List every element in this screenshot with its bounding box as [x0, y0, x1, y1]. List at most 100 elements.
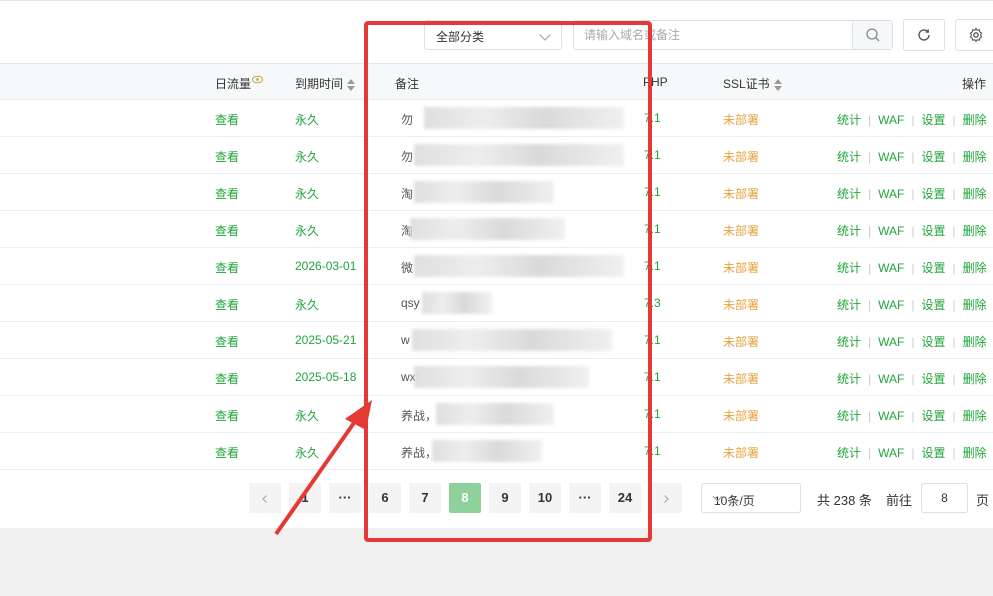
goto-page-input[interactable]: 8: [921, 483, 968, 513]
page-button[interactable]: 9: [489, 483, 521, 513]
expire-date[interactable]: 永久: [295, 444, 319, 461]
delete-link[interactable]: 删除: [963, 446, 987, 460]
sort-icon[interactable]: [347, 78, 356, 91]
settings-link[interactable]: 设置: [921, 113, 945, 127]
column-expire[interactable]: 到期时间: [295, 75, 356, 92]
remark-text[interactable]: 勿: [401, 148, 413, 165]
delete-link[interactable]: 删除: [963, 113, 987, 127]
search-button[interactable]: [852, 21, 892, 49]
ssl-status[interactable]: 未部署: [723, 407, 759, 424]
traffic-view-link[interactable]: 查看: [215, 370, 239, 387]
expire-date[interactable]: 2025-05-21: [295, 333, 356, 347]
page-button[interactable]: 8: [449, 483, 481, 513]
ssl-status[interactable]: 未部署: [723, 111, 759, 128]
sort-icon[interactable]: [773, 78, 782, 91]
traffic-view-link[interactable]: 查看: [215, 148, 239, 165]
stats-link[interactable]: 统计: [837, 113, 861, 127]
delete-link[interactable]: 删除: [963, 150, 987, 164]
page-ellipsis[interactable]: ···: [329, 483, 361, 513]
page-button[interactable]: 6: [369, 483, 401, 513]
expire-date[interactable]: 永久: [295, 222, 319, 239]
php-version[interactable]: 7.1: [644, 185, 661, 199]
traffic-view-link[interactable]: 查看: [215, 333, 239, 350]
ssl-status[interactable]: 未部署: [723, 444, 759, 461]
traffic-view-link[interactable]: 查看: [215, 259, 239, 276]
php-version[interactable]: 7.1: [644, 111, 661, 125]
expire-date[interactable]: 永久: [295, 296, 319, 313]
remark-text[interactable]: qsy: [401, 296, 420, 310]
remark-text[interactable]: 淘: [401, 185, 413, 202]
php-version[interactable]: 7.1: [644, 259, 661, 273]
settings-link[interactable]: 设置: [921, 298, 945, 312]
prev-page-button[interactable]: [249, 483, 281, 513]
ssl-status[interactable]: 未部署: [723, 259, 759, 276]
php-version[interactable]: 7.1: [644, 444, 661, 458]
settings-link[interactable]: 设置: [921, 150, 945, 164]
stats-link[interactable]: 统计: [837, 150, 861, 164]
settings-link[interactable]: 设置: [921, 261, 945, 275]
ssl-status[interactable]: 未部署: [723, 222, 759, 239]
column-ssl[interactable]: SSL证书: [723, 75, 782, 92]
ssl-status[interactable]: 未部署: [723, 296, 759, 313]
traffic-view-link[interactable]: 查看: [215, 296, 239, 313]
expire-date[interactable]: 2025-05-18: [295, 370, 356, 384]
delete-link[interactable]: 删除: [963, 298, 987, 312]
traffic-view-link[interactable]: 查看: [215, 444, 239, 461]
page-ellipsis[interactable]: ···: [569, 483, 601, 513]
php-version[interactable]: 7.1: [644, 148, 661, 162]
category-select[interactable]: 全部分类: [424, 20, 562, 50]
php-version[interactable]: 7.1: [644, 370, 661, 384]
delete-link[interactable]: 删除: [963, 372, 987, 386]
waf-link[interactable]: WAF: [878, 298, 904, 312]
settings-link[interactable]: 设置: [921, 446, 945, 460]
settings-link[interactable]: 设置: [921, 372, 945, 386]
php-version[interactable]: 7.1: [644, 222, 661, 236]
php-version[interactable]: 7.1: [644, 407, 661, 421]
stats-link[interactable]: 统计: [837, 187, 861, 201]
page-button[interactable]: 10: [529, 483, 561, 513]
waf-link[interactable]: WAF: [878, 261, 904, 275]
next-page-button[interactable]: [650, 483, 682, 513]
remark-text[interactable]: 微: [401, 259, 413, 276]
page-size-select[interactable]: 10条/页: [701, 483, 801, 513]
stats-link[interactable]: 统计: [837, 372, 861, 386]
traffic-view-link[interactable]: 查看: [215, 407, 239, 424]
remark-text[interactable]: w: [401, 333, 410, 347]
waf-link[interactable]: WAF: [878, 409, 904, 423]
php-version[interactable]: 7.3: [644, 296, 661, 310]
settings-button[interactable]: [955, 19, 993, 51]
traffic-view-link[interactable]: 查看: [215, 185, 239, 202]
remark-text[interactable]: 养战，: [401, 407, 437, 424]
settings-link[interactable]: 设置: [921, 224, 945, 238]
stats-link[interactable]: 统计: [837, 335, 861, 349]
stats-link[interactable]: 统计: [837, 446, 861, 460]
search-input[interactable]: [574, 21, 853, 49]
remark-text[interactable]: 勿: [401, 111, 413, 128]
expire-date[interactable]: 永久: [295, 185, 319, 202]
php-version[interactable]: 7.1: [644, 333, 661, 347]
stats-link[interactable]: 统计: [837, 261, 861, 275]
ssl-status[interactable]: 未部署: [723, 185, 759, 202]
expire-date[interactable]: 永久: [295, 148, 319, 165]
expire-date[interactable]: 永久: [295, 407, 319, 424]
settings-link[interactable]: 设置: [921, 409, 945, 423]
waf-link[interactable]: WAF: [878, 113, 904, 127]
ssl-status[interactable]: 未部署: [723, 148, 759, 165]
ssl-status[interactable]: 未部署: [723, 333, 759, 350]
refresh-button[interactable]: [903, 19, 945, 51]
settings-link[interactable]: 设置: [921, 335, 945, 349]
settings-link[interactable]: 设置: [921, 187, 945, 201]
stats-link[interactable]: 统计: [837, 224, 861, 238]
expire-date[interactable]: 永久: [295, 111, 319, 128]
delete-link[interactable]: 删除: [963, 224, 987, 238]
traffic-view-link[interactable]: 查看: [215, 222, 239, 239]
ssl-status[interactable]: 未部署: [723, 370, 759, 387]
waf-link[interactable]: WAF: [878, 335, 904, 349]
page-button[interactable]: 24: [609, 483, 641, 513]
waf-link[interactable]: WAF: [878, 224, 904, 238]
waf-link[interactable]: WAF: [878, 372, 904, 386]
delete-link[interactable]: 删除: [963, 335, 987, 349]
page-button[interactable]: 1: [289, 483, 321, 513]
delete-link[interactable]: 删除: [963, 261, 987, 275]
traffic-view-link[interactable]: 查看: [215, 111, 239, 128]
